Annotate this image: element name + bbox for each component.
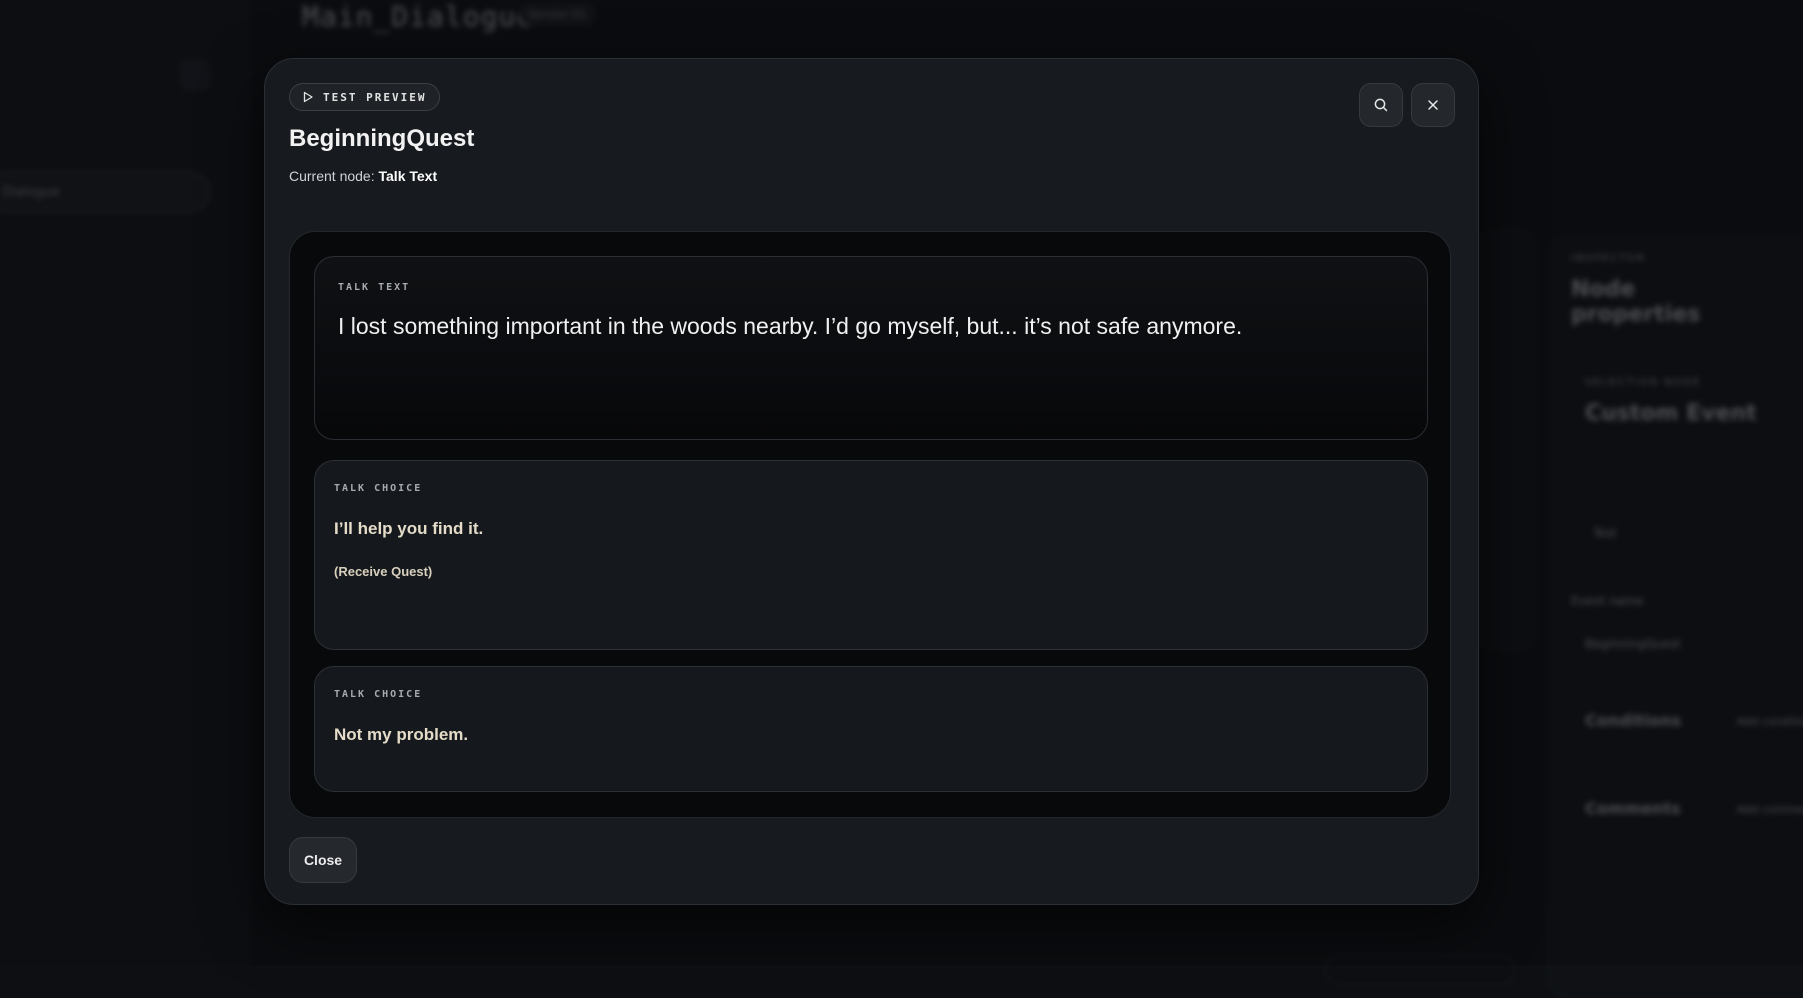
modal-title: BeginningQuest bbox=[289, 125, 474, 153]
talk-text-card: TALK TEXT I lost something important in … bbox=[314, 256, 1428, 440]
talk-choice-subtext: (Receive Quest) bbox=[334, 564, 432, 579]
current-node-prefix: Current node: bbox=[289, 168, 375, 184]
talk-text-label: TALK TEXT bbox=[338, 282, 410, 293]
talk-choice-card[interactable]: TALK CHOICE I’ll help you find it. (Rece… bbox=[314, 460, 1428, 650]
close-button[interactable]: Close bbox=[289, 837, 357, 883]
talk-choice-label: TALK CHOICE bbox=[334, 689, 422, 700]
badge-label: TEST PREVIEW bbox=[323, 91, 426, 104]
dialogue-stage: TALK TEXT I lost something important in … bbox=[289, 231, 1451, 818]
current-node: Current node: Talk Text bbox=[289, 168, 437, 184]
talk-choice-text: I’ll help you find it. bbox=[334, 519, 483, 539]
close-icon bbox=[1425, 97, 1441, 113]
search-icon bbox=[1373, 97, 1389, 113]
close-modal-button[interactable] bbox=[1411, 83, 1455, 127]
play-icon bbox=[302, 91, 314, 103]
talk-choice-text: Not my problem. bbox=[334, 725, 468, 745]
search-button[interactable] bbox=[1359, 83, 1403, 127]
talk-text-line: I lost something important in the woods … bbox=[338, 313, 1242, 340]
test-preview-badge: TEST PREVIEW bbox=[289, 83, 440, 111]
current-node-value: Talk Text bbox=[379, 168, 438, 184]
talk-choice-label: TALK CHOICE bbox=[334, 483, 422, 494]
talk-choice-card[interactable]: TALK CHOICE Not my problem. bbox=[314, 666, 1428, 792]
test-preview-modal: TEST PREVIEW BeginningQuest Current node… bbox=[264, 58, 1479, 905]
